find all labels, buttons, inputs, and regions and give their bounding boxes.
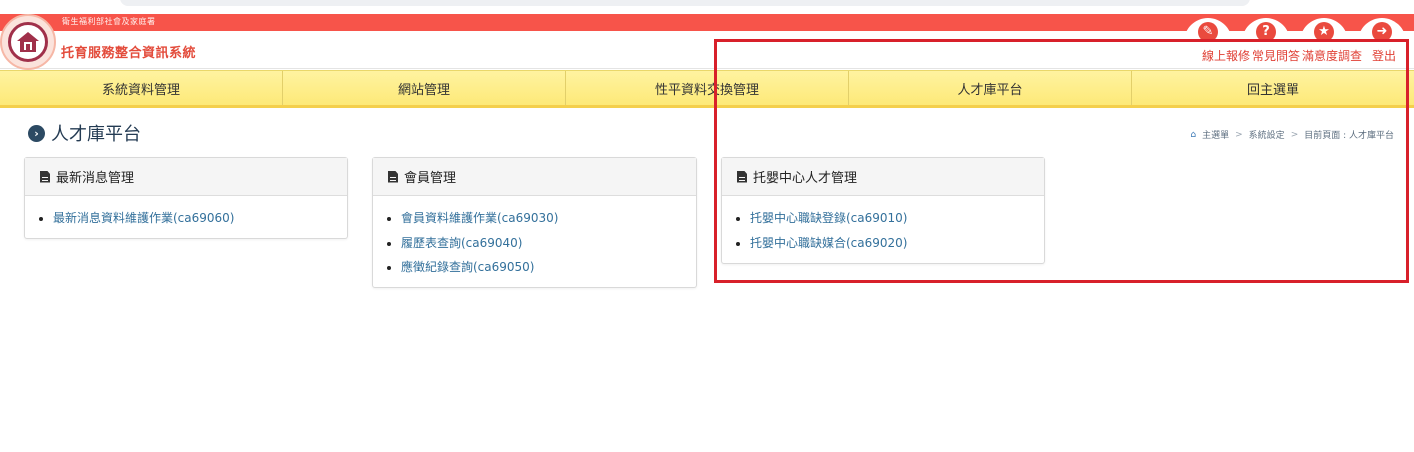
chevron-right-circle-icon: › — [28, 124, 45, 142]
house-logo-icon — [8, 22, 48, 62]
panel-header: 會員管理 — [373, 158, 696, 196]
page-title: › 人才庫平台 — [28, 120, 141, 146]
page-title-text: 人才庫平台 — [51, 124, 141, 145]
panel-title: 最新消息管理 — [56, 171, 135, 186]
panel-members: 會員管理 會員資料維護作業(ca69030) 履歷表查詢(ca69040) 應徵… — [372, 157, 697, 288]
panel-header: 最新消息管理 — [25, 158, 347, 196]
menu-link[interactable]: 最新消息資料維護作業(ca69060) — [53, 206, 332, 231]
menu-link[interactable]: 履歷表查詢(ca69040) — [401, 231, 681, 256]
panel-title: 會員管理 — [404, 171, 457, 186]
menu-link[interactable]: 會員資料維護作業(ca69030) — [401, 206, 681, 231]
panel-body: 最新消息資料維護作業(ca69060) — [25, 196, 347, 241]
panel-body: 會員資料維護作業(ca69030) 履歷表查詢(ca69040) 應徵紀錄查詢(… — [373, 196, 696, 290]
ministry-name: 衛生福利部社會及家庭署 — [62, 17, 156, 26]
document-icon — [388, 170, 398, 183]
highlight-annotation-box — [714, 39, 1409, 283]
nav-item-website[interactable]: 網站管理 — [283, 71, 566, 105]
nav-item-system-data[interactable]: 系統資料管理 — [0, 71, 283, 105]
menu-link[interactable]: 應徵紀錄查詢(ca69050) — [401, 255, 681, 280]
system-title: 托育服務整合資訊系統 — [61, 46, 197, 61]
panel-news: 最新消息管理 最新消息資料維護作業(ca69060) — [24, 157, 348, 239]
document-icon — [40, 170, 50, 183]
browser-address-bar[interactable] — [120, 0, 1250, 6]
browser-chrome — [0, 0, 1414, 14]
site-logo[interactable] — [0, 14, 56, 70]
